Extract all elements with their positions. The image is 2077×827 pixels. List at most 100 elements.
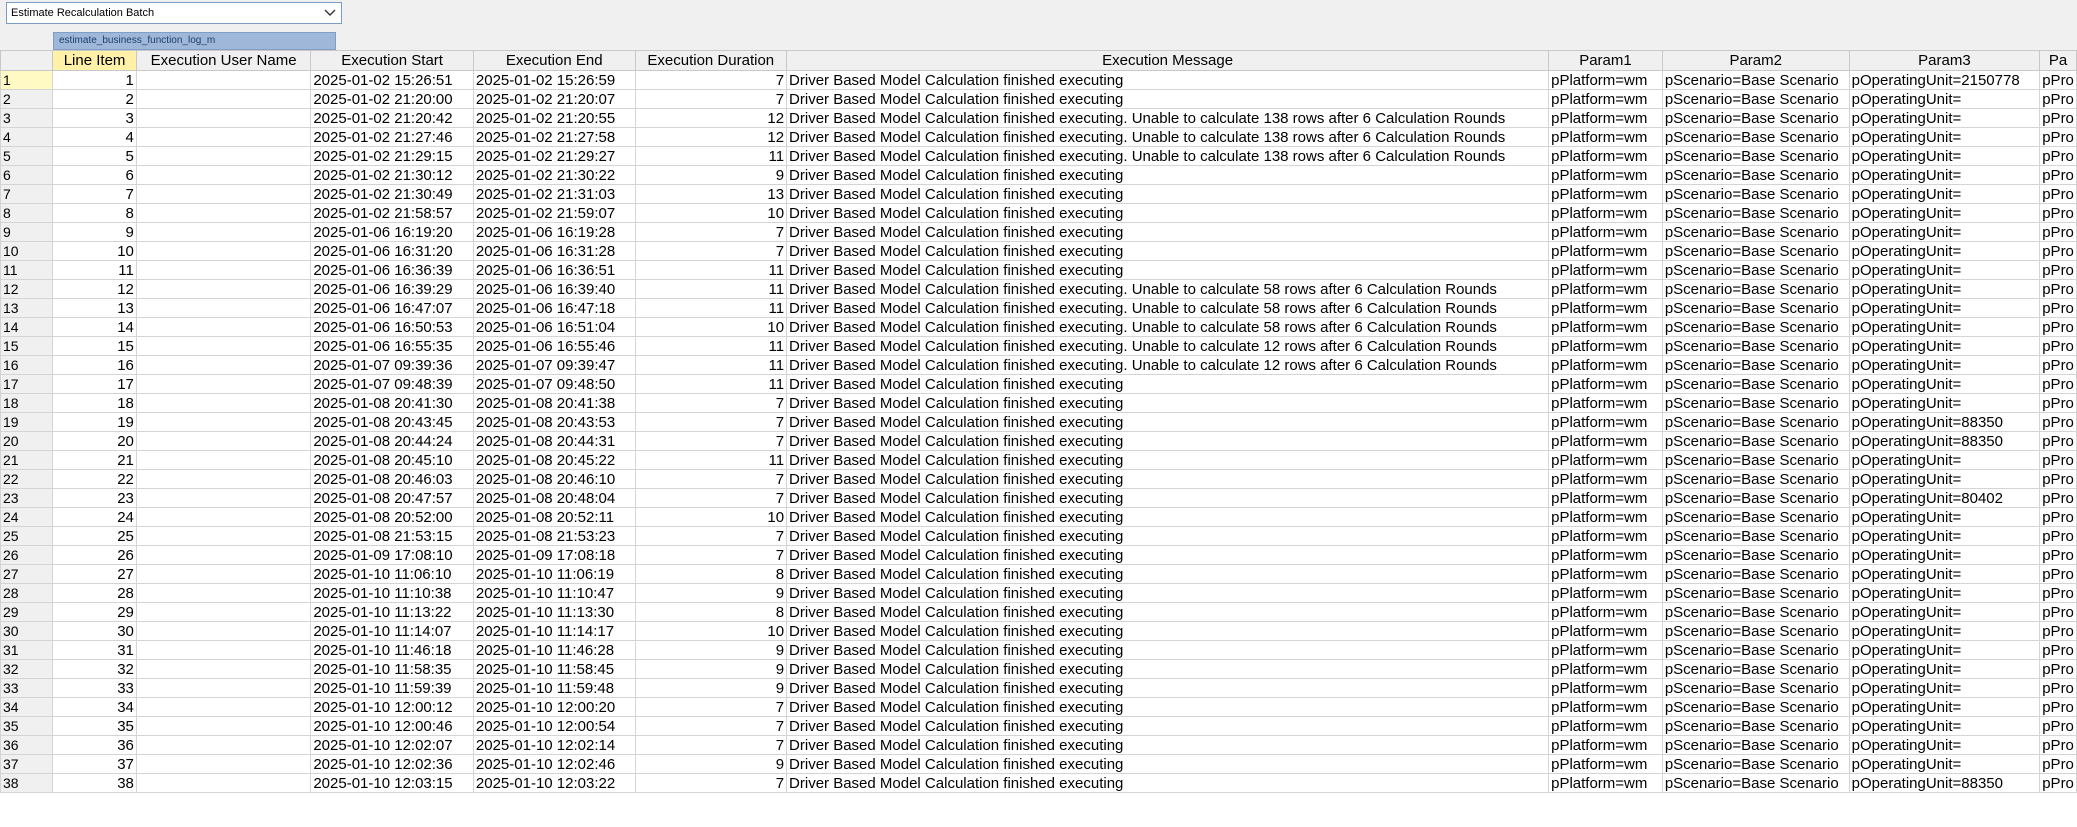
grid-cell[interactable]: Driver Based Model Calculation finished … [786, 545, 1550, 565]
grid-cell[interactable]: 2025-01-02 21:20:42 [310, 108, 474, 128]
grid-cell[interactable]: Driver Based Model Calculation finished … [786, 621, 1550, 641]
grid-cell[interactable]: pPlatform=wm [1548, 355, 1663, 375]
grid-cell[interactable]: 9 [634, 659, 788, 679]
grid-cell[interactable] [135, 564, 312, 584]
grid-cell[interactable]: pOperatingUnit= [1848, 146, 2041, 166]
grid-cell[interactable]: 38 [52, 773, 137, 793]
table-row[interactable]: 6 6 2025-01-02 21:30:12 2025-01-02 21:30:22… [0, 165, 2077, 185]
grid-cell[interactable]: 2025-01-08 20:44:31 [472, 431, 636, 451]
grid-cell[interactable]: pOperatingUnit= [1848, 621, 2041, 641]
grid-cell[interactable]: 2025-01-10 12:00:54 [472, 716, 636, 736]
row-number[interactable]: 27 [0, 564, 54, 584]
grid-cell[interactable]: Driver Based Model Calculation finished … [786, 203, 1550, 223]
grid-cell[interactable]: Driver Based Model Calculation finished … [786, 564, 1550, 584]
grid-cell[interactable] [135, 355, 312, 375]
grid-cell[interactable]: pOperatingUnit=88350 [1848, 412, 2041, 432]
table-row[interactable]: 11 11 2025-01-06 16:36:39 2025-01-06 16:36:… [0, 260, 2077, 280]
grid-cell[interactable]: pOperatingUnit=2150778 [1848, 70, 2041, 90]
grid-cell[interactable]: Driver Based Model Calculation finished … [786, 146, 1550, 166]
grid-cell[interactable]: 11 [634, 336, 788, 356]
grid-cell[interactable]: 2025-01-10 12:02:14 [472, 735, 636, 755]
grid-cell[interactable]: 2025-01-06 16:36:39 [310, 260, 474, 280]
grid-cell[interactable]: 2025-01-02 21:20:07 [472, 89, 636, 109]
grid-cell[interactable]: 2025-01-08 20:41:30 [310, 393, 474, 413]
grid-cell[interactable]: pScenario=Base Scenario [1661, 127, 1850, 147]
table-row[interactable]: 31 31 2025-01-10 11:46:18 2025-01-10 11:46:… [0, 640, 2077, 660]
grid-cell[interactable]: 2025-01-10 12:00:46 [310, 716, 474, 736]
grid-cell[interactable]: pPro [2039, 488, 2077, 508]
grid-cell[interactable]: pScenario=Base Scenario [1661, 678, 1850, 698]
grid-cell[interactable] [135, 716, 312, 736]
row-number[interactable]: 34 [0, 697, 54, 717]
grid-cell[interactable]: Driver Based Model Calculation finished … [786, 184, 1550, 204]
grid-cell[interactable]: 7 [634, 488, 788, 508]
grid-cell[interactable]: pScenario=Base Scenario [1661, 165, 1850, 185]
grid-cell[interactable]: 7 [634, 412, 788, 432]
grid-cell[interactable]: pScenario=Base Scenario [1661, 279, 1850, 299]
grid-cell[interactable]: pOperatingUnit= [1848, 583, 2041, 603]
grid-cell[interactable]: pPro [2039, 697, 2077, 717]
grid-cell[interactable]: 6 [52, 165, 137, 185]
grid-cell[interactable]: pPro [2039, 526, 2077, 546]
grid-cell[interactable]: 9 [634, 640, 788, 660]
grid-cell[interactable]: 2025-01-08 20:52:11 [472, 507, 636, 527]
grid-cell[interactable]: 2025-01-08 20:48:04 [472, 488, 636, 508]
grid-cell[interactable]: pPlatform=wm [1548, 241, 1663, 261]
grid-cell[interactable]: 2025-01-08 21:53:15 [310, 526, 474, 546]
grid-cell[interactable]: 27 [52, 564, 137, 584]
grid-cell[interactable]: 2025-01-10 11:06:10 [310, 564, 474, 584]
grid-cell[interactable]: pPro [2039, 184, 2077, 204]
grid-cell[interactable]: pOperatingUnit= [1848, 602, 2041, 622]
grid-cell[interactable]: pPlatform=wm [1548, 127, 1663, 147]
grid-cell[interactable]: Driver Based Model Calculation finished … [786, 165, 1550, 185]
grid-cell[interactable]: pOperatingUnit= [1848, 374, 2041, 394]
grid-cell[interactable]: pPro [2039, 127, 2077, 147]
grid-cell[interactable]: pPlatform=wm [1548, 89, 1663, 109]
grid-cell[interactable]: 2025-01-02 21:29:27 [472, 146, 636, 166]
grid-cell[interactable]: Driver Based Model Calculation finished … [786, 241, 1550, 261]
grid-cell[interactable]: pPro [2039, 545, 2077, 565]
grid-cell[interactable]: 9 [634, 678, 788, 698]
row-number[interactable]: 26 [0, 545, 54, 565]
grid-cell[interactable]: pPro [2039, 336, 2077, 356]
grid-cell[interactable]: 7 [634, 70, 788, 90]
grid-cell[interactable]: Driver Based Model Calculation finished … [786, 754, 1550, 774]
grid-cell[interactable]: 9 [634, 583, 788, 603]
grid-cell[interactable]: Driver Based Model Calculation finished … [786, 640, 1550, 660]
grid-cell[interactable]: Driver Based Model Calculation finished … [786, 374, 1550, 394]
grid-cell[interactable]: 35 [52, 716, 137, 736]
grid-cell[interactable]: pOperatingUnit= [1848, 507, 2041, 527]
grid-cell[interactable]: pPlatform=wm [1548, 583, 1663, 603]
grid-cell[interactable]: 10 [634, 621, 788, 641]
table-row[interactable]: 33 33 2025-01-10 11:59:39 2025-01-10 11:59:… [0, 678, 2077, 698]
row-number[interactable]: 3 [0, 108, 54, 128]
table-row[interactable]: 29 29 2025-01-10 11:13:22 2025-01-10 11:13:… [0, 602, 2077, 622]
grid-cell[interactable]: 2025-01-06 16:50:53 [310, 317, 474, 337]
grid-cell[interactable]: 2025-01-06 16:19:28 [472, 222, 636, 242]
grid-cell[interactable]: pPro [2039, 374, 2077, 394]
grid-cell[interactable]: 2025-01-10 12:03:15 [310, 773, 474, 793]
grid-cell[interactable]: Driver Based Model Calculation finished … [786, 317, 1550, 337]
grid-cell[interactable]: 36 [52, 735, 137, 755]
grid-cell[interactable] [135, 279, 312, 299]
table-row[interactable]: 2 2 2025-01-02 21:20:00 2025-01-02 21:20:07… [0, 89, 2077, 109]
row-number[interactable]: 35 [0, 716, 54, 736]
grid-cell[interactable]: 14 [52, 317, 137, 337]
grid-cell[interactable]: pScenario=Base Scenario [1661, 412, 1850, 432]
grid-cell[interactable]: pScenario=Base Scenario [1661, 146, 1850, 166]
grid-cell[interactable]: 8 [634, 602, 788, 622]
grid-cell[interactable]: pPro [2039, 754, 2077, 774]
row-number[interactable]: 31 [0, 640, 54, 660]
grid-cell[interactable]: pScenario=Base Scenario [1661, 564, 1850, 584]
table-row[interactable]: 7 7 2025-01-02 21:30:49 2025-01-02 21:31:03… [0, 184, 2077, 204]
grid-cell[interactable] [135, 754, 312, 774]
grid-cell[interactable]: 7 [634, 545, 788, 565]
grid-cell[interactable]: Driver Based Model Calculation finished … [786, 450, 1550, 470]
grid-cell[interactable]: pPlatform=wm [1548, 279, 1663, 299]
grid-cell[interactable]: 2025-01-10 11:13:30 [472, 602, 636, 622]
grid-cell[interactable]: pScenario=Base Scenario [1661, 70, 1850, 90]
row-number[interactable]: 32 [0, 659, 54, 679]
grid-cell[interactable]: pPlatform=wm [1548, 678, 1663, 698]
grid-cell[interactable]: 2025-01-07 09:39:36 [310, 355, 474, 375]
grid-cell[interactable]: pScenario=Base Scenario [1661, 431, 1850, 451]
